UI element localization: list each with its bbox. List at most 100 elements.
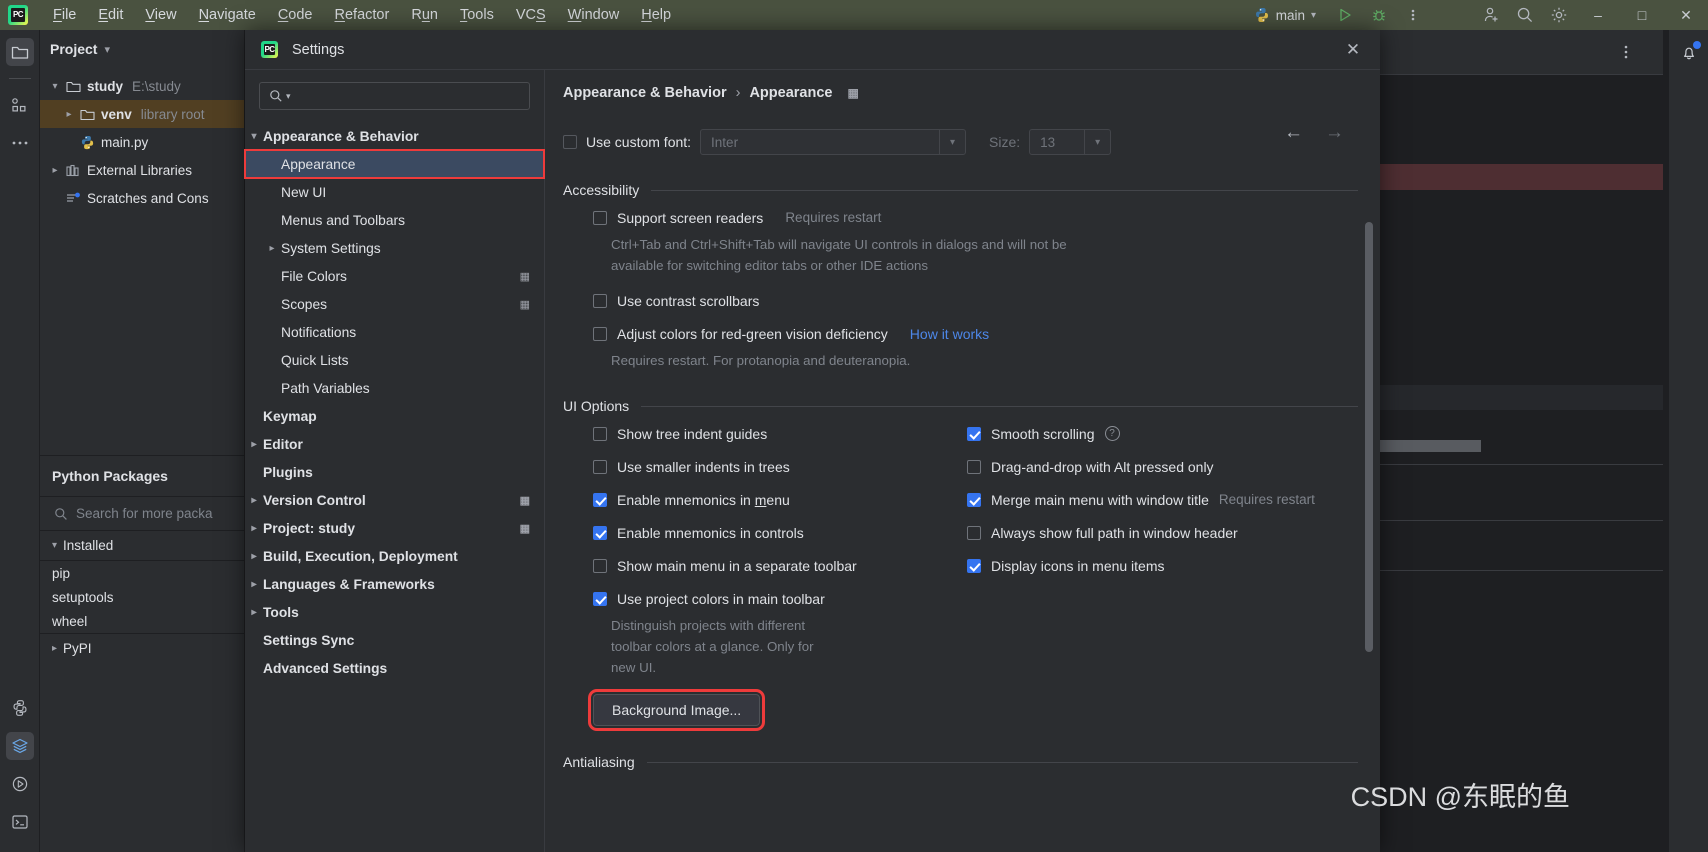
run-tool-button[interactable] xyxy=(6,770,34,798)
menu-item-file[interactable]: File xyxy=(42,3,87,27)
menu-item-view[interactable]: View xyxy=(134,3,187,27)
show-main-menu-separate-toolbar-checkbox[interactable] xyxy=(593,558,607,573)
package-item[interactable]: setuptools xyxy=(40,585,244,609)
help-icon[interactable]: ? xyxy=(1104,426,1120,441)
nav-item-settings-sync[interactable]: Settings Sync xyxy=(245,626,544,654)
settings-search-box[interactable]: ▾ xyxy=(259,82,530,110)
maximize-button[interactable]: □ xyxy=(1620,0,1664,30)
nav-item-notifications[interactable]: Notifications xyxy=(245,318,544,346)
package-search-row[interactable]: Search for more packa xyxy=(40,497,244,531)
show-tree-indent-guides-checkbox[interactable] xyxy=(593,426,607,441)
background-image-button[interactable]: Background Image... xyxy=(587,689,766,731)
chevron-right-icon[interactable]: ▸ xyxy=(245,495,263,506)
settings-toolbar-button[interactable] xyxy=(1542,0,1576,30)
tree-row-mainpy[interactable]: main.py xyxy=(40,128,244,156)
custom-font-select[interactable]: Inter ▾ xyxy=(700,129,967,155)
menu-item-code[interactable]: Code xyxy=(267,3,324,27)
terminal-tool-button[interactable] xyxy=(6,808,34,836)
tree-row-study[interactable]: ▾ study E:\study xyxy=(40,72,244,100)
nav-item-new-ui[interactable]: New UI xyxy=(245,178,544,206)
nav-item-build-execution-deployment[interactable]: ▸ Build, Execution, Deployment xyxy=(245,542,544,570)
chevron-right-icon[interactable]: ▸ xyxy=(52,643,57,654)
nav-item-scopes[interactable]: Scopes ▦ xyxy=(245,290,544,318)
menu-item-vcs[interactable]: VCS xyxy=(505,3,557,27)
display-icons-in-menu-items-checkbox[interactable] xyxy=(967,558,981,573)
chevron-right-icon[interactable]: ▸ xyxy=(245,551,263,562)
menu-item-help[interactable]: Help xyxy=(630,3,682,27)
menu-item-edit[interactable]: Edit xyxy=(87,3,134,27)
nav-item-plugins[interactable]: Plugins xyxy=(245,458,544,486)
nav-item-version-control[interactable]: ▸ Version Control ▦ xyxy=(245,486,544,514)
chevron-right-icon[interactable]: ▸ xyxy=(245,523,263,534)
editor-more-actions-button[interactable] xyxy=(1624,44,1628,65)
chevron-down-icon[interactable]: ▾ xyxy=(939,130,965,154)
use-custom-font-checkbox[interactable] xyxy=(563,135,577,149)
support-screen-readers-checkbox[interactable] xyxy=(593,210,607,225)
project-panel-header[interactable]: Project ▾ xyxy=(40,30,244,68)
project-tool-button[interactable] xyxy=(5,38,34,66)
chevron-right-icon[interactable]: ▸ xyxy=(245,607,263,618)
run-configuration-selector[interactable]: main ▾ xyxy=(1246,5,1324,25)
nav-item-keymap[interactable]: Keymap xyxy=(245,402,544,430)
menu-item-navigate[interactable]: Navigate xyxy=(188,3,267,27)
database-tool-button[interactable] xyxy=(5,732,34,760)
debug-button[interactable] xyxy=(1362,0,1396,30)
nav-item-languages-and-frameworks[interactable]: ▸ Languages & Frameworks xyxy=(245,570,544,598)
chevron-right-icon[interactable]: ▸ xyxy=(263,243,281,254)
package-item[interactable]: wheel xyxy=(40,609,244,633)
tree-row-scratches[interactable]: Scratches and Cons xyxy=(40,184,244,212)
search-dropdown-caret-icon[interactable]: ▾ xyxy=(286,91,291,102)
smooth-scrolling-checkbox[interactable] xyxy=(967,426,981,441)
menu-item-tools[interactable]: Tools xyxy=(449,3,505,27)
packages-installed-group[interactable]: ▾ Installed xyxy=(40,531,244,561)
nav-item-appearance-and-behavior[interactable]: ▾ Appearance & Behavior xyxy=(245,122,544,150)
chevron-right-icon[interactable]: ▸ xyxy=(245,579,263,590)
drag-and-drop-alt-checkbox[interactable] xyxy=(967,459,981,474)
chevron-down-icon[interactable]: ▾ xyxy=(104,43,110,56)
packages-pypi-group[interactable]: ▸ PyPI xyxy=(40,633,244,663)
nav-item-path-variables[interactable]: Path Variables xyxy=(245,374,544,402)
chevron-right-icon[interactable]: ▸ xyxy=(245,439,263,450)
adjust-colors-red-green-checkbox[interactable] xyxy=(593,326,607,341)
nav-item-project-study[interactable]: ▸ Project: study ▦ xyxy=(245,514,544,542)
breadcrumb-root[interactable]: Appearance & Behavior xyxy=(563,85,727,101)
chevron-down-icon[interactable]: ▾ xyxy=(1084,130,1110,154)
nav-item-tools[interactable]: ▸ Tools xyxy=(245,598,544,626)
python-packages-tool-button[interactable] xyxy=(6,694,34,722)
search-everywhere-button[interactable] xyxy=(1508,0,1542,30)
nav-item-advanced-settings[interactable]: Advanced Settings xyxy=(245,654,544,682)
more-tool-windows-button[interactable] xyxy=(6,129,34,157)
use-project-colors-checkbox[interactable] xyxy=(593,591,607,606)
nav-item-menus-and-toolbars[interactable]: Menus and Toolbars xyxy=(245,206,544,234)
enable-mnemonics-in-menu-checkbox[interactable] xyxy=(593,492,607,507)
enable-mnemonics-in-controls-checkbox[interactable] xyxy=(593,525,607,540)
menu-item-window[interactable]: Window xyxy=(557,3,631,27)
merge-main-menu-checkbox[interactable] xyxy=(967,492,981,507)
nav-item-quick-lists[interactable]: Quick Lists xyxy=(245,346,544,374)
menu-item-refactor[interactable]: Refactor xyxy=(324,3,401,27)
font-size-select[interactable]: 13 ▾ xyxy=(1029,129,1112,155)
use-smaller-indents-checkbox[interactable] xyxy=(593,459,607,474)
more-actions-button[interactable] xyxy=(1396,0,1430,30)
close-window-button[interactable]: ✕ xyxy=(1664,0,1708,30)
nav-item-editor[interactable]: ▸ Editor xyxy=(245,430,544,458)
use-contrast-scrollbars-checkbox[interactable] xyxy=(593,293,607,308)
always-show-full-path-checkbox[interactable] xyxy=(967,525,981,540)
chevron-right-icon[interactable]: ▸ xyxy=(62,109,76,120)
package-item[interactable]: pip xyxy=(40,561,244,585)
menu-item-run[interactable]: Run xyxy=(400,3,449,27)
chevron-down-icon[interactable]: ▾ xyxy=(245,131,263,142)
minimize-button[interactable]: – xyxy=(1576,0,1620,30)
settings-search-input[interactable] xyxy=(293,88,504,104)
notifications-button[interactable] xyxy=(1676,40,1702,66)
run-button[interactable] xyxy=(1328,0,1362,30)
how-it-works-link[interactable]: How it works xyxy=(910,326,989,342)
nav-item-appearance[interactable]: Appearance xyxy=(244,149,545,179)
nav-item-file-colors[interactable]: File Colors ▦ xyxy=(245,262,544,290)
code-with-me-button[interactable] xyxy=(1474,0,1508,30)
structure-tool-button[interactable] xyxy=(6,91,34,119)
tree-row-external-libraries[interactable]: ▸ External Libraries xyxy=(40,156,244,184)
chevron-down-icon[interactable]: ▾ xyxy=(52,540,57,551)
nav-item-system-settings[interactable]: ▸ System Settings xyxy=(245,234,544,262)
chevron-down-icon[interactable]: ▾ xyxy=(48,81,62,92)
